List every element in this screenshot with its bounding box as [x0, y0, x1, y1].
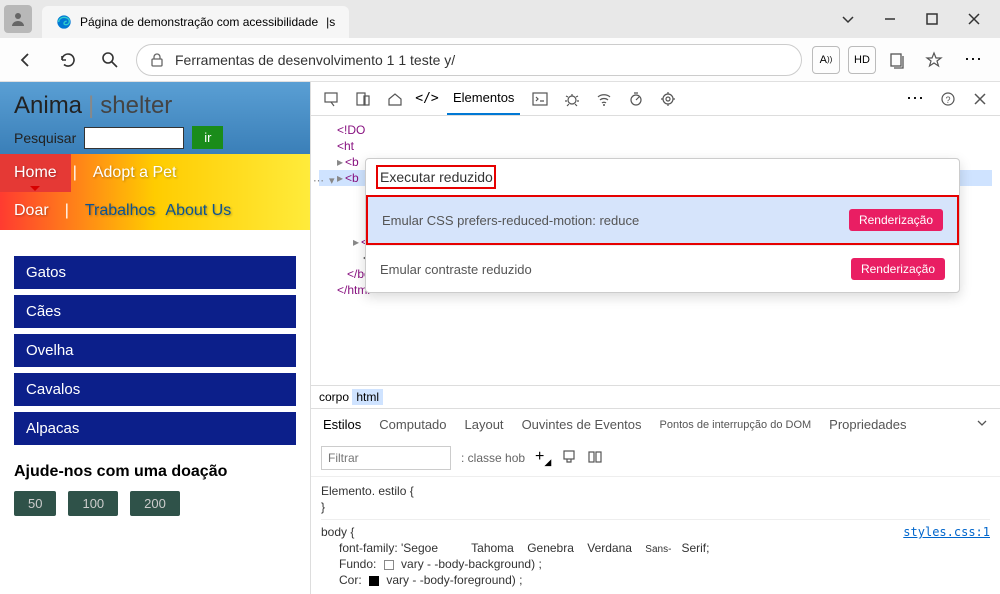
tab-estilos[interactable]: Estilos — [323, 417, 361, 432]
memory-icon[interactable] — [656, 87, 680, 111]
command-item-reduced-contrast[interactable]: Emular contraste reduzido Renderização — [366, 245, 959, 292]
site-title-part1: Anima — [14, 92, 82, 120]
gutter-dots: ⋯ ▾ — [313, 174, 336, 187]
hd-icon[interactable]: HD — [848, 46, 876, 74]
performance-icon[interactable] — [624, 87, 648, 111]
website-pane: Anima | shelter Pesquisar ir Home | Adop… — [0, 82, 310, 594]
rendering-badge: Renderização — [849, 209, 943, 231]
cat-cavalos[interactable]: Cavalos — [14, 373, 296, 406]
filter-row: : classe hob +◢ — [311, 440, 1000, 477]
dom-tree[interactable]: ⋯ ▾ <!DO <ht ▸<b ▸<b ▸<footer>⋯</footer>… — [311, 116, 1000, 385]
site-title-part2: shelter — [100, 92, 172, 120]
nav-about[interactable]: About Us — [151, 192, 245, 230]
address-text: Ferramentas de desenvolvimento 1 1 teste… — [175, 52, 455, 68]
dom-html-open[interactable]: <ht — [319, 138, 992, 154]
command-item-reduced-motion[interactable]: Emular CSS prefers-reduced-motion: reduc… — [366, 195, 959, 245]
search-button[interactable] — [94, 44, 126, 76]
cat-ovelha[interactable]: Ovelha — [14, 334, 296, 367]
donate-50[interactable]: 50 — [14, 491, 56, 516]
go-button[interactable]: ir — [192, 126, 223, 149]
donate-100[interactable]: 100 — [68, 491, 118, 516]
inspect-icon[interactable] — [319, 87, 343, 111]
welcome-icon[interactable] — [383, 87, 407, 111]
address-bar[interactable]: Ferramentas de desenvolvimento 1 1 teste… — [136, 44, 802, 76]
devtools-more-icon[interactable]: ⋯ — [904, 87, 928, 111]
network-icon[interactable] — [592, 87, 616, 111]
brush-icon[interactable] — [561, 449, 577, 468]
nav-doar[interactable]: Doar — [0, 192, 63, 230]
browser-tab[interactable]: Página de demonstração com acessibilidad… — [42, 6, 349, 38]
read-aloud-icon[interactable]: A)) — [812, 46, 840, 74]
svg-text:?: ? — [945, 95, 950, 105]
donate-heading: Ajude-nos com uma doação — [0, 453, 310, 487]
add-rule-icon[interactable]: +◢ — [535, 448, 551, 468]
close-icon[interactable] — [966, 11, 982, 27]
tab-layout[interactable]: Layout — [465, 417, 504, 432]
category-list: Gatos Cães Ovelha Cavalos Alpacas — [0, 230, 310, 453]
toolbar-right-icons: A)) HD — [812, 46, 948, 74]
minimize-icon[interactable] — [882, 11, 898, 27]
lock-icon — [149, 52, 165, 68]
cat-caes[interactable]: Cães — [14, 295, 296, 328]
bug-icon[interactable] — [560, 87, 584, 111]
devtools-close-icon[interactable] — [968, 87, 992, 111]
favorite-icon[interactable] — [920, 46, 948, 74]
dom-doctype[interactable]: <!DO — [319, 122, 992, 138]
donate-row: 50 100 200 — [0, 487, 310, 520]
color-swatch-icon[interactable] — [369, 576, 379, 586]
css-source-link[interactable]: styles.css:1 — [903, 525, 990, 539]
chevron-down-icon[interactable] — [976, 417, 988, 432]
tab-ouvintes[interactable]: Ouvintes de Eventos — [522, 417, 642, 432]
browser-toolbar: Ferramentas de desenvolvimento 1 1 teste… — [0, 38, 1000, 82]
styles-pane: Estilos Computado Layout Ouvintes de Eve… — [311, 408, 1000, 594]
nav-adopt[interactable]: Adopt a Pet — [79, 154, 191, 192]
devtools-tabs: </> Elementos ⋯ ? — [311, 82, 1000, 116]
flex-icon[interactable] — [587, 449, 603, 468]
cat-gatos[interactable]: Gatos — [14, 256, 296, 289]
collections-icon[interactable] — [884, 46, 912, 74]
donate-200[interactable]: 200 — [130, 491, 180, 516]
cat-alpacas[interactable]: Alpacas — [14, 412, 296, 445]
main-nav: Home | Adopt a Pet Doar | Trabalhos Abou… — [0, 154, 310, 230]
site-header: Anima | shelter Pesquisar ir — [0, 82, 310, 154]
nav-home[interactable]: Home — [0, 154, 71, 192]
tab-caret: |s — [326, 15, 335, 29]
dom-breadcrumb[interactable]: corpo html — [311, 385, 1000, 408]
edge-icon — [56, 14, 72, 30]
more-button[interactable]: ⋯ — [958, 44, 990, 76]
chevron-down-icon[interactable] — [840, 11, 856, 27]
css-rules[interactable]: Elemento. estilo { } body { styles.css:1… — [311, 477, 1000, 594]
command-menu: Executar reduzido Emular CSS prefers-red… — [365, 158, 960, 293]
filter-input[interactable] — [321, 446, 451, 470]
site-title-sep: | — [88, 92, 94, 120]
titlebar: Página de demonstração com acessibilidad… — [0, 0, 1000, 38]
back-button[interactable] — [10, 44, 42, 76]
devtools-help-icon[interactable]: ? — [936, 87, 960, 111]
tab-title: Página de demonstração com acessibilidad… — [80, 15, 318, 29]
tab-breakpoints[interactable]: Pontos de interrupção do DOM — [660, 419, 812, 431]
console-icon[interactable] — [528, 87, 552, 111]
window-controls — [840, 11, 996, 27]
tab-computado[interactable]: Computado — [379, 417, 446, 432]
tab-elementos[interactable]: Elementos — [447, 82, 520, 115]
search-input[interactable] — [84, 127, 184, 149]
command-search[interactable]: Executar reduzido — [366, 159, 959, 195]
search-label: Pesquisar — [14, 130, 76, 146]
tab-propriedades[interactable]: Propriedades — [829, 417, 906, 432]
styles-tabs: Estilos Computado Layout Ouvintes de Eve… — [311, 409, 1000, 440]
profile-icon[interactable] — [4, 5, 32, 33]
maximize-icon[interactable] — [924, 11, 940, 27]
device-icon[interactable] — [351, 87, 375, 111]
code-icon[interactable]: </> — [415, 87, 439, 111]
rendering-badge: Renderização — [851, 258, 945, 280]
refresh-button[interactable] — [52, 44, 84, 76]
devtools-pane: </> Elementos ⋯ ? ⋯ ▾ <!DO <ht ▸<b ▸<b ▸… — [310, 82, 1000, 594]
checkbox-icon[interactable] — [384, 560, 394, 570]
